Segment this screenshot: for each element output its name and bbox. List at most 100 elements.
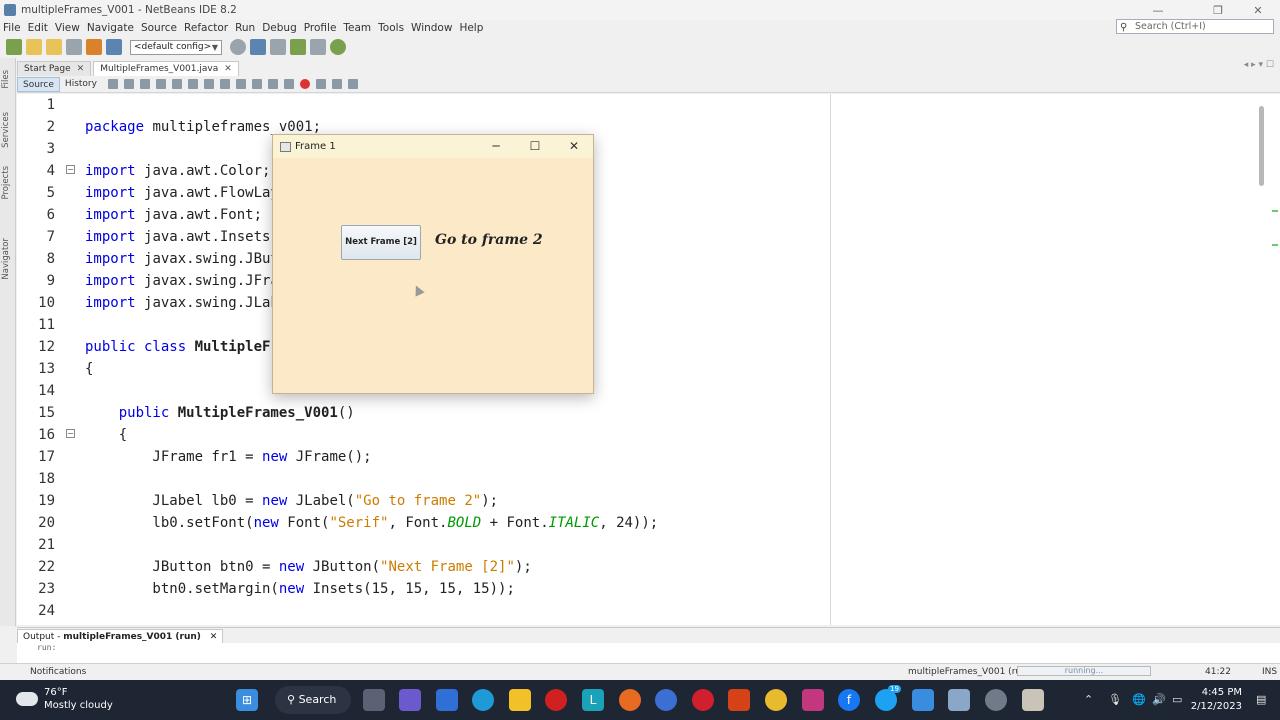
remote-app-icon[interactable] (655, 689, 677, 711)
menu-window[interactable]: Window (411, 22, 452, 34)
mail-icon[interactable] (436, 689, 458, 711)
stop-macro-icon[interactable] (315, 79, 326, 89)
edge-browser-icon[interactable] (472, 689, 494, 711)
history-view-button[interactable]: History (60, 77, 102, 92)
find-next-icon[interactable] (187, 79, 198, 89)
code-line[interactable]: { (85, 427, 127, 443)
fold-toggle-icon[interactable]: − (66, 429, 75, 438)
windows-start-icon[interactable]: ⊞ (236, 689, 258, 711)
build-icon[interactable] (250, 39, 266, 55)
find-icon[interactable] (155, 79, 166, 89)
search-input[interactable]: ⚲ Search (Ctrl+I) (1116, 19, 1274, 34)
menu-edit[interactable]: Edit (28, 22, 48, 34)
code-line[interactable]: lb0.setFont(new Font("Serif", Font.BOLD … (85, 515, 658, 531)
minimize-button[interactable]: — (1138, 0, 1178, 20)
opera-icon[interactable] (692, 689, 714, 711)
code-line[interactable]: public MultipleFrames_V001() (85, 405, 355, 421)
editor-scrollbar[interactable] (1259, 106, 1264, 186)
back-icon[interactable] (123, 79, 134, 89)
comment-icon[interactable] (331, 79, 342, 89)
task-view-icon[interactable] (363, 689, 385, 711)
next-bookmark-icon[interactable] (251, 79, 262, 89)
frame1-close-button[interactable]: ✕ (556, 135, 592, 158)
new-project-icon[interactable] (26, 39, 42, 55)
notifications-icon[interactable]: ▤ (1256, 693, 1266, 706)
menu-source[interactable]: Source (141, 22, 177, 34)
code-line[interactable]: JLabel lb0 = new JLabel("Go to frame 2")… (85, 493, 498, 509)
tab-start-page[interactable]: Start Page ✕ (17, 61, 92, 76)
services-panel-tab[interactable]: Services (1, 112, 11, 148)
code-line[interactable]: JFrame fr1 = new JFrame(); (85, 449, 371, 465)
globe-icon[interactable] (230, 39, 246, 55)
start-macro-icon[interactable] (299, 79, 310, 89)
teams-chat-icon[interactable] (399, 689, 421, 711)
taskbar-search-button[interactable]: ⚲ Search (275, 686, 351, 714)
menu-refactor[interactable]: Refactor (184, 22, 228, 34)
close-icon[interactable]: ✕ (77, 62, 85, 76)
close-icon[interactable]: ✕ (210, 632, 218, 642)
office-icon[interactable] (728, 689, 750, 711)
taskbar-clock[interactable]: 4:45 PM 2/12/2023 (1191, 686, 1242, 714)
code-line[interactable]: import java.awt.Insets; (85, 229, 279, 245)
notifications-button[interactable]: Notifications (30, 667, 86, 677)
firefox-icon[interactable] (619, 689, 641, 711)
chrome-icon[interactable] (765, 689, 787, 711)
next-frame-button[interactable]: Next Frame [2] (341, 225, 421, 260)
menu-help[interactable]: Help (459, 22, 483, 34)
code-line[interactable]: import java.awt.Color; (85, 163, 270, 179)
menu-debug[interactable]: Debug (262, 22, 297, 34)
code-line[interactable]: JButton btn0 = new JButton("Next Frame [… (85, 559, 531, 575)
l-app-icon[interactable]: L (582, 689, 604, 711)
shift-right-icon[interactable] (283, 79, 294, 89)
menu-run[interactable]: Run (235, 22, 255, 34)
projects-panel-tab[interactable]: Projects (1, 166, 11, 200)
frame1-maximize-button[interactable]: ☐ (517, 135, 553, 158)
output-console[interactable]: run: (17, 643, 1280, 663)
menu-tools[interactable]: Tools (378, 22, 404, 34)
open-project-icon[interactable] (46, 39, 62, 55)
instagram-icon[interactable] (802, 689, 824, 711)
code-line[interactable]: btn0.setMargin(new Insets(15, 15, 15, 15… (85, 581, 514, 597)
close-button[interactable]: ✕ (1238, 0, 1278, 20)
code-line[interactable]: { (85, 361, 93, 377)
redo-icon[interactable] (106, 39, 122, 55)
cube-app-icon[interactable] (948, 689, 970, 711)
navigator-panel-tab[interactable]: Navigator (1, 238, 11, 280)
code-line[interactable]: import java.awt.Font; (85, 207, 262, 223)
frame1-window[interactable]: Frame 1 ─ ☐ ✕ Next Frame [2] Go to frame… (272, 134, 594, 394)
profile-icon[interactable] (330, 39, 346, 55)
file-explorer-icon[interactable] (509, 689, 531, 711)
fold-toggle-icon[interactable]: − (66, 165, 75, 174)
previous-bookmark-icon[interactable] (235, 79, 246, 89)
microphone-icon[interactable]: 🎙 (1108, 693, 1122, 706)
source-view-button[interactable]: Source (17, 76, 60, 92)
chevron-up-icon[interactable]: ⌃ (1084, 693, 1093, 706)
debug-icon[interactable] (310, 39, 326, 55)
facebook-icon[interactable]: f (838, 689, 860, 711)
java-app-icon[interactable] (1022, 689, 1044, 711)
close-icon[interactable]: ✕ (224, 62, 232, 76)
forward-icon[interactable] (139, 79, 150, 89)
volume-icon[interactable]: 🔊 (1152, 693, 1166, 706)
last-edit-icon[interactable] (107, 79, 118, 89)
obs-icon[interactable] (985, 689, 1007, 711)
clean-build-icon[interactable] (270, 39, 286, 55)
menu-team[interactable]: Team (343, 22, 371, 34)
find-previous-icon[interactable] (171, 79, 182, 89)
tab-output[interactable]: Output - multipleFrames_V001 (run) ✕ (17, 628, 224, 643)
toggle-bookmark-icon[interactable] (219, 79, 230, 89)
menu-profile[interactable]: Profile (304, 22, 337, 34)
shift-left-icon[interactable] (267, 79, 278, 89)
menu-view[interactable]: View (55, 22, 80, 34)
weather-widget[interactable]: 76°F Mostly cloudy (16, 686, 113, 712)
toggle-highlight-icon[interactable] (203, 79, 214, 89)
tab-multipleframes-java[interactable]: MultipleFrames_V001.java ✕ (93, 61, 239, 76)
record-app-icon[interactable] (545, 689, 567, 711)
frame1-title-bar[interactable]: Frame 1 ─ ☐ ✕ (273, 135, 593, 158)
restore-button[interactable]: ❐ (1198, 0, 1238, 20)
code-editor[interactable]: 1 2 3 4 5 6 7 8 9 10 11 12 13 14 15 16 17 18 19 20 21 22 23 24 … (17, 94, 1280, 625)
frame1-minimize-button[interactable]: ─ (478, 135, 514, 158)
new-file-icon[interactable] (6, 39, 22, 55)
battery-icon[interactable]: ▭ (1172, 693, 1182, 706)
save-all-icon[interactable] (66, 39, 82, 55)
